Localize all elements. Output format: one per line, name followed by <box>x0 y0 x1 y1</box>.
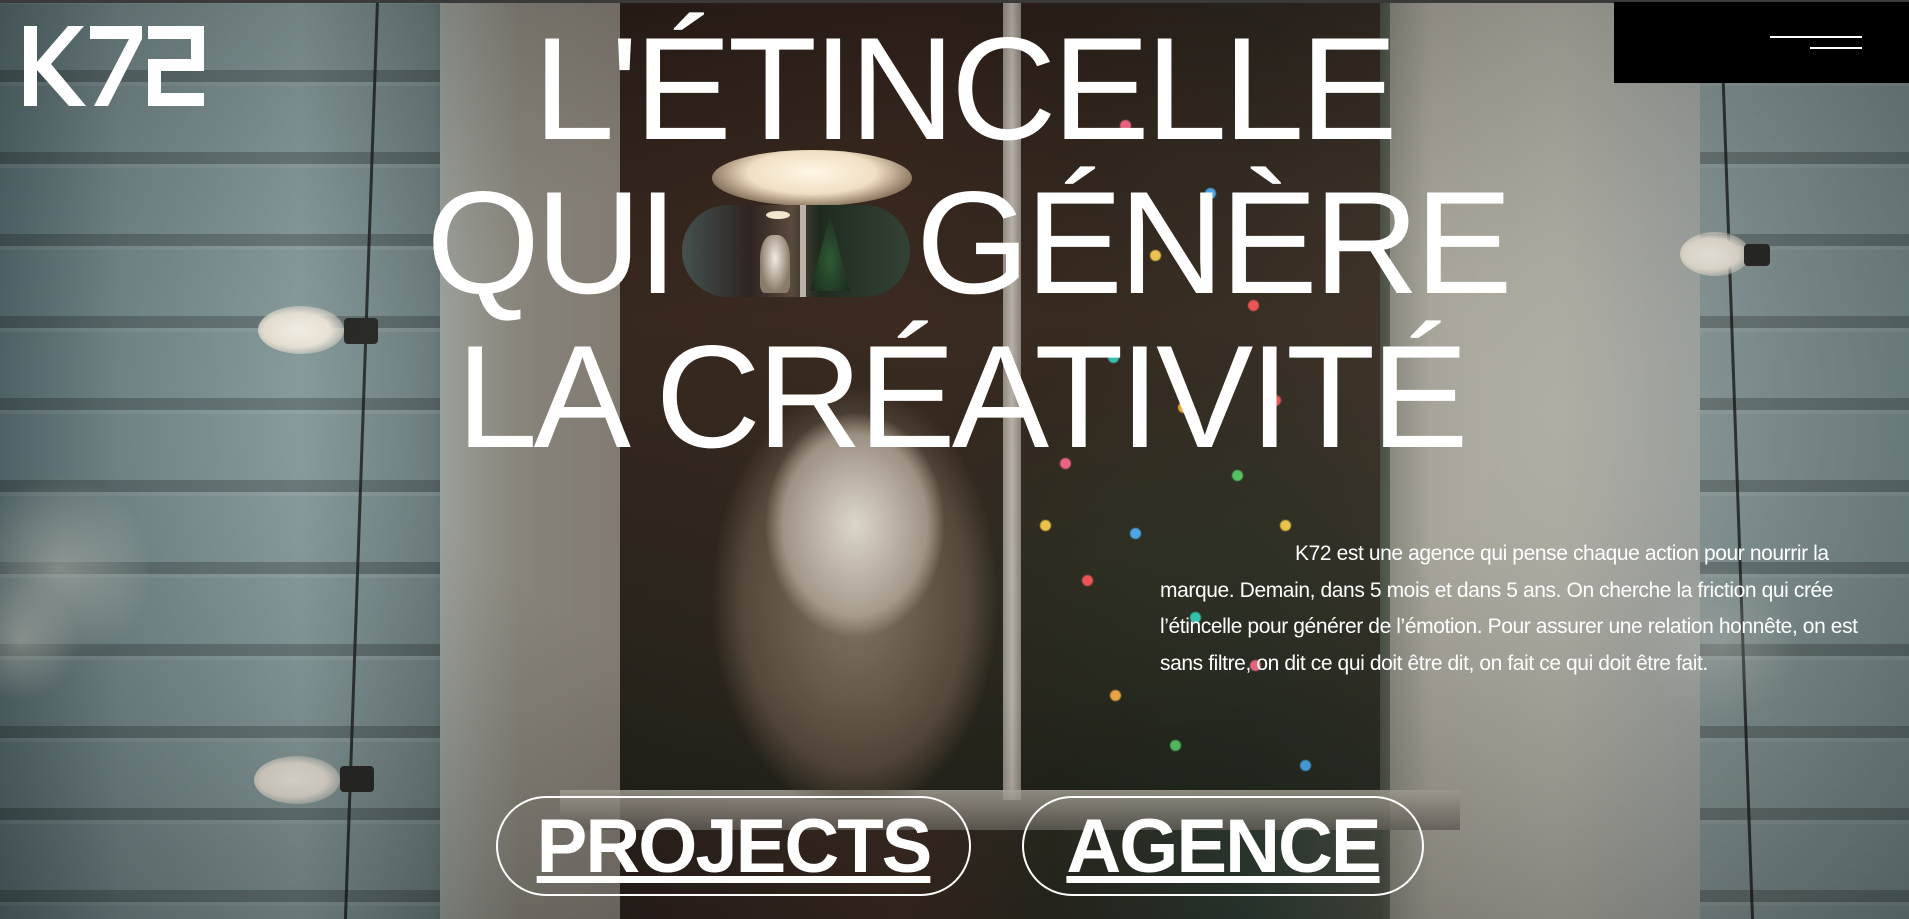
thumbnail-mullion <box>799 205 806 297</box>
inline-video-thumbnail <box>681 205 910 297</box>
thumbnail-lamp <box>765 211 790 219</box>
hero-headline: L'ÉTINCELLE QUI GÉNÈRE LA CRÉATIVITÉ <box>0 12 1909 474</box>
agency-intro-text: K72 est une agence qui pense chaque acti… <box>1160 542 1858 675</box>
thumbnail-tree <box>809 215 850 291</box>
headline-line-2: QUI GÉNÈRE <box>0 166 1909 320</box>
home-page: L'ÉTINCELLE QUI GÉNÈRE LA CRÉATIVITÉ K72 … <box>0 0 1909 919</box>
headline-line-3: LA CRÉATIVITÉ <box>456 315 1468 478</box>
projects-button[interactable]: PROJECTS <box>496 796 971 896</box>
thumbnail-cat <box>759 235 790 293</box>
headline-word-genere: GÉNÈRE <box>915 161 1513 324</box>
agence-button[interactable]: AGENCE <box>1022 796 1424 896</box>
headline-word-qui: QUI <box>426 161 678 324</box>
headline-line-1: L'ÉTINCELLE <box>533 7 1397 170</box>
